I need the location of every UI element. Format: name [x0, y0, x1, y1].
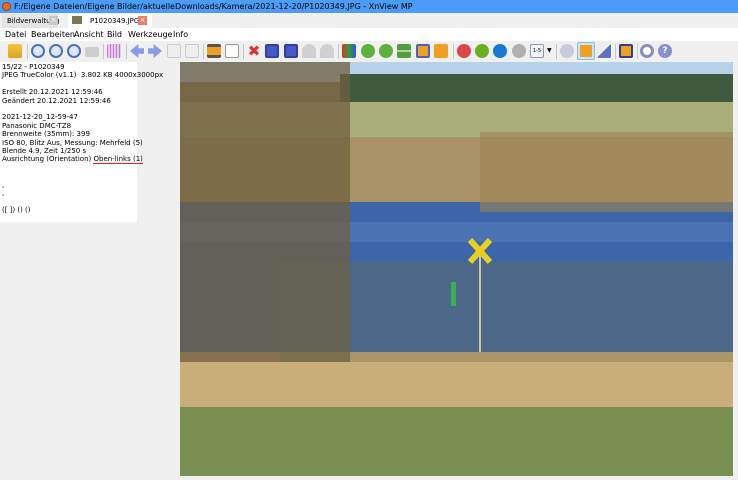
- separator: [615, 44, 616, 59]
- exif-date-icon[interactable]: [225, 44, 239, 58]
- menu-werkzeuge[interactable]: Werkzeuge: [128, 29, 172, 41]
- info-focal-length: Brennweite (35mm): 399: [2, 130, 90, 139]
- window-title: F:/Eigene Dateien/Eigene Bilder/aktuelle…: [14, 2, 413, 11]
- app-icon: [2, 2, 11, 11]
- info-extra: ,: [2, 180, 5, 189]
- blue-label-icon[interactable]: [493, 44, 507, 58]
- toolbar: ✖ 1-5 ▼ ?: [0, 41, 738, 62]
- info-panel: 15/22 - P1020349 JPEG TrueColor (v1.1) 3.…: [0, 62, 164, 222]
- thumbnail-icon: [72, 16, 82, 24]
- info-exif-date: 2021-12-20_12-59-47: [2, 113, 78, 122]
- resize-icon[interactable]: [434, 44, 448, 58]
- settings-icon[interactable]: [640, 44, 654, 58]
- info-extra: ([ ]) () (): [2, 205, 31, 214]
- info-format: JPEG TrueColor (v1.1) 3.802 KB 4000x3000…: [2, 71, 164, 80]
- redo-icon[interactable]: [320, 44, 334, 58]
- tab-bildverwaltung[interactable]: Bildverwaltung ×: [2, 14, 59, 28]
- orientation-label: Ausrichtung (Orientation): [2, 155, 94, 164]
- comment-icon[interactable]: [560, 44, 574, 58]
- info-camera: Panasonic DMC-TZ8: [2, 121, 72, 130]
- tab-image[interactable]: P1020349.JPG ×: [68, 14, 152, 28]
- red-label-icon[interactable]: [457, 44, 471, 58]
- orientation-value: Oben-links (1): [93, 155, 143, 165]
- tab-label: P1020349.JPG: [90, 17, 140, 25]
- tab-bar: Bildverwaltung × P1020349.JPG ×: [0, 13, 738, 28]
- folders-icon[interactable]: [8, 44, 22, 58]
- rotate-left-icon[interactable]: [361, 44, 375, 58]
- separator: [243, 44, 244, 59]
- menu-datei[interactable]: Datei: [5, 29, 26, 41]
- adjust-colors-icon[interactable]: [342, 44, 356, 58]
- first-icon[interactable]: [167, 44, 181, 58]
- gray-label-icon[interactable]: [512, 44, 526, 58]
- separator: [126, 44, 127, 59]
- menu-info[interactable]: Info: [173, 29, 188, 41]
- rating-label: 1-5: [532, 48, 542, 54]
- separator: [27, 44, 28, 59]
- separator: [453, 44, 454, 59]
- save-as-icon[interactable]: [284, 44, 298, 58]
- properties-icon[interactable]: [597, 44, 611, 58]
- flip-icon[interactable]: [397, 44, 411, 58]
- menu-bild[interactable]: Bild: [107, 29, 122, 41]
- undo-icon[interactable]: [302, 44, 316, 58]
- separator: [103, 44, 104, 59]
- slideshow-icon[interactable]: [207, 44, 221, 58]
- fit-icon[interactable]: [85, 47, 99, 57]
- separator: [203, 44, 204, 59]
- crop-icon[interactable]: [416, 44, 430, 58]
- menu-ansicht[interactable]: Ansicht: [74, 29, 104, 41]
- fullscreen-info-icon[interactable]: [577, 42, 595, 60]
- grid-icon[interactable]: [107, 44, 121, 58]
- fullscreen-icon[interactable]: [619, 44, 633, 58]
- separator: [556, 44, 557, 59]
- title-bar: F:/Eigene Dateien/Eigene Bilder/aktuelle…: [0, 0, 738, 13]
- menu-bearbeiten[interactable]: Bearbeiten: [31, 29, 75, 41]
- image-viewer[interactable]: [180, 62, 733, 476]
- close-icon[interactable]: ×: [138, 16, 147, 25]
- rating-icon[interactable]: 1-5: [530, 44, 544, 58]
- info-file-index: 15/22 - P1020349: [2, 63, 65, 71]
- zoom-in-icon[interactable]: [31, 44, 45, 58]
- help-icon[interactable]: ?: [658, 44, 672, 58]
- zoom-out-icon[interactable]: [67, 44, 81, 58]
- delete-icon[interactable]: ✖: [247, 44, 261, 59]
- info-aperture: Blende 4.9, Zeit 1/250 s: [2, 147, 87, 156]
- rotate-right-icon[interactable]: [379, 44, 393, 58]
- menu-bar: Datei Bearbeiten Ansicht Bild Werkzeuge …: [0, 28, 738, 41]
- close-icon[interactable]: ×: [49, 16, 58, 25]
- separator: [637, 44, 638, 59]
- separator: [338, 44, 339, 59]
- image-icon: [580, 45, 592, 57]
- info-iso: ISO 80, Blitz Aus, Messung: Mehrfeld (5): [2, 138, 143, 147]
- green-label-icon[interactable]: [475, 44, 489, 58]
- save-icon[interactable]: [265, 44, 279, 58]
- info-orientation: Ausrichtung (Orientation) Oben-links (1): [2, 155, 143, 165]
- last-icon[interactable]: [185, 44, 199, 58]
- info-modified: Geändert 20.12.2021 12:59:46: [2, 96, 111, 105]
- rating-dropdown-icon[interactable]: ▼: [547, 47, 552, 54]
- photo: [180, 62, 733, 476]
- previous-icon[interactable]: [130, 44, 144, 58]
- zoom-1to1-icon[interactable]: [49, 44, 63, 58]
- next-icon[interactable]: [148, 44, 162, 58]
- info-extra: ,: [2, 189, 5, 198]
- info-created: Erstellt 20.12.2021 12:59:46: [2, 88, 103, 97]
